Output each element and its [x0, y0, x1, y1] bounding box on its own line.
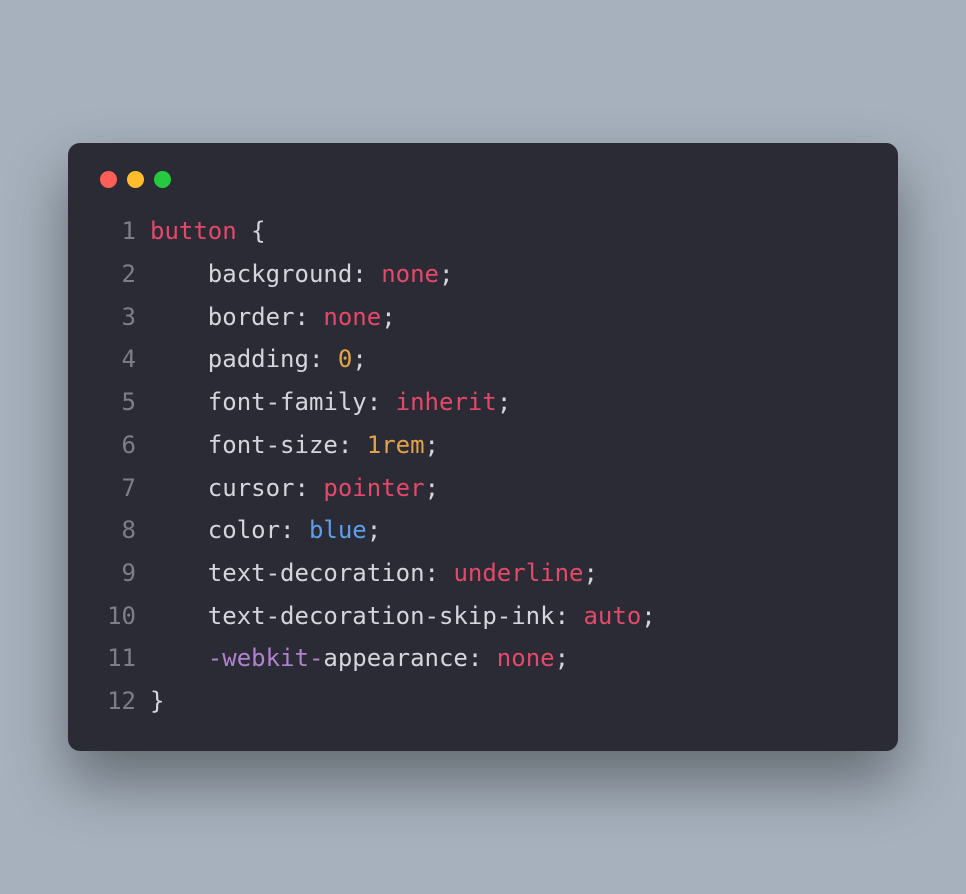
line-number: 11	[104, 637, 150, 680]
token-prop: color	[208, 516, 280, 544]
token-value: none	[381, 260, 439, 288]
token-punct: ;	[497, 388, 511, 416]
code-line: 11 -webkit-appearance: none;	[104, 637, 862, 680]
token-punct: :	[295, 474, 324, 502]
token-punct: :	[338, 431, 367, 459]
token-prop: font-size	[208, 431, 338, 459]
token-prop: border	[208, 303, 295, 331]
token-number: 0	[338, 345, 352, 373]
token-punct: }	[150, 687, 164, 715]
token-punct: :	[555, 602, 584, 630]
token-prefix: -webkit-	[208, 644, 324, 672]
code-line: 1button {	[104, 210, 862, 253]
token-punct: {	[251, 217, 265, 245]
token-value: auto	[583, 602, 641, 630]
line-number: 5	[104, 381, 150, 424]
token-number: 1rem	[367, 431, 425, 459]
token-punct: ;	[425, 431, 439, 459]
token-punct: :	[280, 516, 309, 544]
line-content: border: none;	[150, 296, 862, 339]
token-punct: :	[367, 388, 396, 416]
token-default	[150, 516, 208, 544]
token-default	[150, 431, 208, 459]
code-line: 9 text-decoration: underline;	[104, 552, 862, 595]
line-content: }	[150, 680, 862, 723]
code-line: 8 color: blue;	[104, 509, 862, 552]
line-content: text-decoration-skip-ink: auto;	[150, 595, 862, 638]
line-number: 12	[104, 680, 150, 723]
token-punct: ;	[367, 516, 381, 544]
token-default	[150, 345, 208, 373]
token-punct: :	[295, 303, 324, 331]
code-line: 7 cursor: pointer;	[104, 467, 862, 510]
token-punct: ;	[555, 644, 569, 672]
token-prop: background	[208, 260, 353, 288]
line-number: 8	[104, 509, 150, 552]
token-default	[150, 388, 208, 416]
token-default	[150, 602, 208, 630]
token-punct: :	[309, 345, 338, 373]
line-number: 4	[104, 338, 150, 381]
token-prop: text-decoration-skip-ink	[208, 602, 555, 630]
line-content: cursor: pointer;	[150, 467, 862, 510]
code-line: 5 font-family: inherit;	[104, 381, 862, 424]
token-prop: font-family	[208, 388, 367, 416]
token-selector: button	[150, 217, 251, 245]
line-content: background: none;	[150, 253, 862, 296]
code-editor[interactable]: 1button {2 background: none;3 border: no…	[68, 210, 898, 723]
token-value: underline	[453, 559, 583, 587]
token-prop: padding	[208, 345, 309, 373]
token-default	[150, 474, 208, 502]
line-content: font-size: 1rem;	[150, 424, 862, 467]
token-default	[150, 559, 208, 587]
line-number: 1	[104, 210, 150, 253]
token-punct: :	[425, 559, 454, 587]
line-number: 3	[104, 296, 150, 339]
line-number: 7	[104, 467, 150, 510]
window-titlebar	[68, 171, 898, 210]
token-default	[150, 303, 208, 331]
token-prop: appearance	[323, 644, 468, 672]
line-number: 9	[104, 552, 150, 595]
code-window: 1button {2 background: none;3 border: no…	[68, 143, 898, 751]
code-line: 3 border: none;	[104, 296, 862, 339]
token-value: inherit	[396, 388, 497, 416]
token-value: none	[323, 303, 381, 331]
maximize-icon[interactable]	[154, 171, 171, 188]
line-number: 6	[104, 424, 150, 467]
line-content: button {	[150, 210, 862, 253]
token-value: none	[497, 644, 555, 672]
token-punct: :	[352, 260, 381, 288]
close-icon[interactable]	[100, 171, 117, 188]
line-number: 10	[104, 595, 150, 638]
token-punct: ;	[439, 260, 453, 288]
token-punct: :	[468, 644, 497, 672]
token-punct: ;	[352, 345, 366, 373]
token-prop: text-decoration	[208, 559, 425, 587]
token-punct: ;	[584, 559, 598, 587]
code-line: 4 padding: 0;	[104, 338, 862, 381]
token-default	[150, 644, 208, 672]
token-punct: ;	[425, 474, 439, 502]
token-colorval: blue	[309, 516, 367, 544]
line-content: -webkit-appearance: none;	[150, 637, 862, 680]
line-number: 2	[104, 253, 150, 296]
token-value: pointer	[323, 474, 424, 502]
token-punct: ;	[381, 303, 395, 331]
line-content: font-family: inherit;	[150, 381, 862, 424]
code-line: 12}	[104, 680, 862, 723]
line-content: color: blue;	[150, 509, 862, 552]
token-default	[150, 260, 208, 288]
code-line: 10 text-decoration-skip-ink: auto;	[104, 595, 862, 638]
line-content: padding: 0;	[150, 338, 862, 381]
minimize-icon[interactable]	[127, 171, 144, 188]
line-content: text-decoration: underline;	[150, 552, 862, 595]
code-line: 2 background: none;	[104, 253, 862, 296]
token-prop: cursor	[208, 474, 295, 502]
token-punct: ;	[641, 602, 655, 630]
code-line: 6 font-size: 1rem;	[104, 424, 862, 467]
